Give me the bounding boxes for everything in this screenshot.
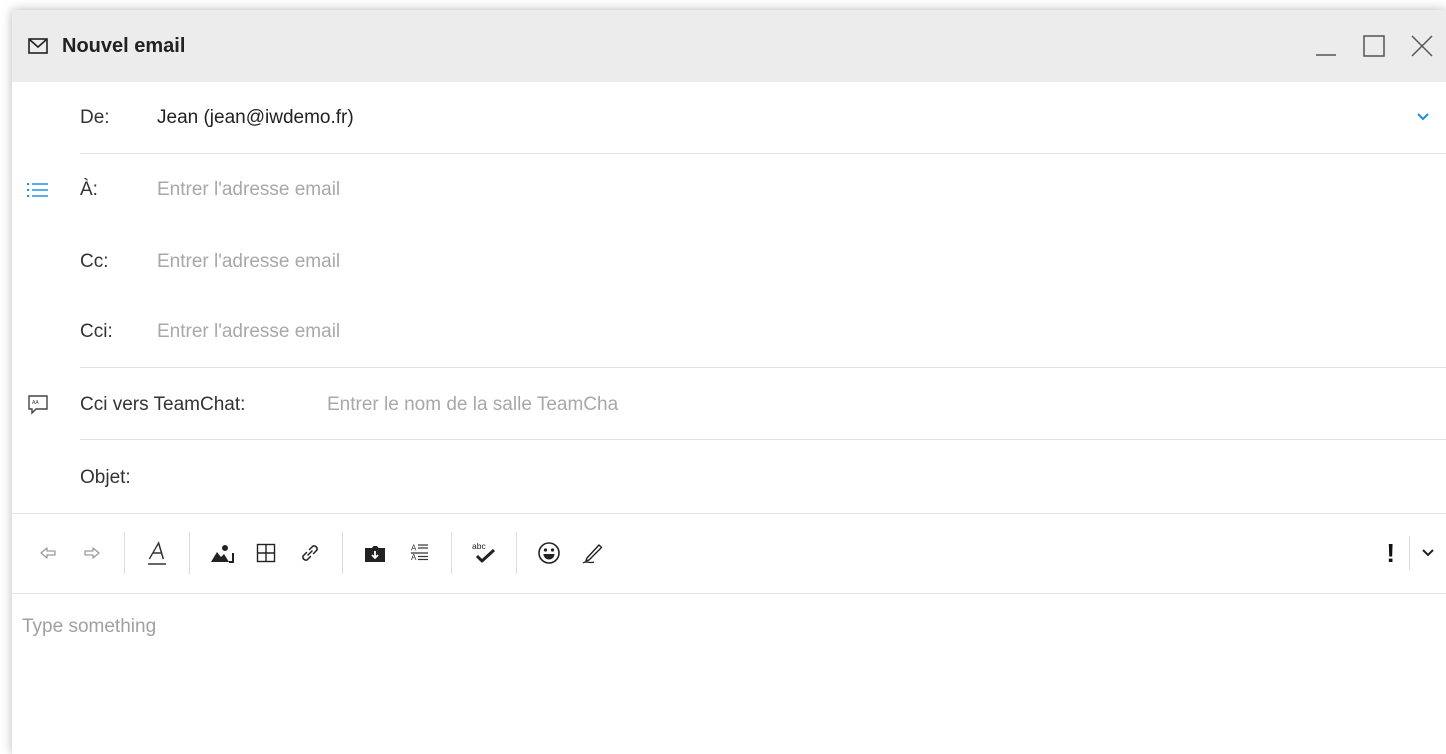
toolbar-separator	[124, 532, 125, 574]
subject-label: Objet:	[80, 467, 131, 488]
close-icon	[1411, 35, 1433, 57]
spellcheck-button[interactable]: abc	[464, 533, 504, 573]
subject-input[interactable]	[157, 463, 1406, 493]
insert-link-button[interactable]	[290, 533, 330, 573]
insert-table-icon	[256, 543, 276, 563]
text-block-icon: AA	[411, 544, 428, 562]
editor-toolbar: AA abc !	[12, 513, 1446, 593]
font-format-button[interactable]	[137, 533, 177, 573]
cc-label: Cc:	[80, 251, 109, 272]
cc-row: Cc:	[12, 226, 1446, 298]
text-block-button[interactable]: AA	[399, 533, 439, 573]
emoji-button[interactable]	[529, 533, 569, 573]
compose-window: Nouvel email De: Jean (jean@iwdemo.fr) À…	[12, 10, 1446, 754]
attach-file-button[interactable]	[355, 533, 395, 573]
to-label: À:	[80, 179, 98, 200]
minimize-button[interactable]	[1302, 10, 1350, 82]
more-options-button[interactable]	[1410, 533, 1446, 573]
envelope-icon	[28, 38, 48, 54]
message-editor[interactable]	[22, 616, 1436, 732]
maximize-icon	[1363, 35, 1385, 57]
toolbar-separator	[451, 532, 452, 574]
undo-button[interactable]	[28, 533, 68, 573]
toolbar-separator	[189, 532, 190, 574]
bcc-row: Cci:	[12, 296, 1446, 368]
attach-file-icon	[365, 546, 385, 562]
separator	[80, 367, 1446, 368]
insert-image-icon	[211, 545, 234, 563]
subject-row: Objet:	[12, 442, 1446, 514]
teamchat-row: ᴬᴬ Cci vers TeamChat:	[12, 369, 1446, 441]
to-input[interactable]	[157, 175, 1406, 205]
svg-text:ᴬᴬ: ᴬᴬ	[31, 399, 39, 408]
redo-icon	[84, 547, 100, 559]
to-row: À:	[12, 154, 1446, 226]
priority-icon[interactable]: !	[1372, 538, 1409, 569]
minimize-icon	[1316, 54, 1336, 56]
teamchat-input[interactable]	[327, 390, 1406, 420]
toolbar-separator	[516, 532, 517, 574]
teamchat-icon: ᴬᴬ	[26, 393, 50, 417]
toolbar-right: !	[1372, 533, 1446, 573]
spellcheck-icon: abc	[472, 541, 496, 563]
window-controls	[1302, 10, 1446, 82]
title-bar: Nouvel email	[12, 10, 1446, 82]
insert-table-button[interactable]	[246, 533, 286, 573]
insert-image-button[interactable]	[202, 533, 242, 573]
close-button[interactable]	[1398, 10, 1446, 82]
message-body	[12, 594, 1446, 754]
bcc-input[interactable]	[157, 317, 1406, 347]
svg-text:abc: abc	[472, 541, 486, 551]
insert-link-icon	[302, 545, 318, 561]
bcc-label: Cci:	[80, 321, 113, 342]
toolbar-separator	[342, 532, 343, 574]
more-chevron-icon	[1422, 549, 1434, 557]
cc-input[interactable]	[157, 247, 1406, 277]
maximize-button[interactable]	[1350, 10, 1398, 82]
from-value[interactable]: Jean (jean@iwdemo.fr)	[157, 107, 354, 129]
teamchat-label: Cci vers TeamChat:	[80, 394, 246, 415]
svg-text:A: A	[411, 544, 417, 553]
from-row: De: Jean (jean@iwdemo.fr)	[12, 82, 1446, 154]
signature-icon	[582, 544, 603, 564]
address-list-icon[interactable]	[26, 178, 50, 202]
font-format-icon	[148, 541, 166, 565]
window-title: Nouvel email	[62, 34, 186, 57]
emoji-icon	[538, 542, 560, 564]
signature-button[interactable]	[573, 533, 613, 573]
undo-icon	[40, 547, 56, 559]
from-label: De:	[80, 107, 110, 128]
redo-button[interactable]	[72, 533, 112, 573]
chevron-down-icon[interactable]	[1416, 109, 1430, 127]
separator	[80, 439, 1446, 440]
svg-text:A: A	[411, 553, 417, 562]
